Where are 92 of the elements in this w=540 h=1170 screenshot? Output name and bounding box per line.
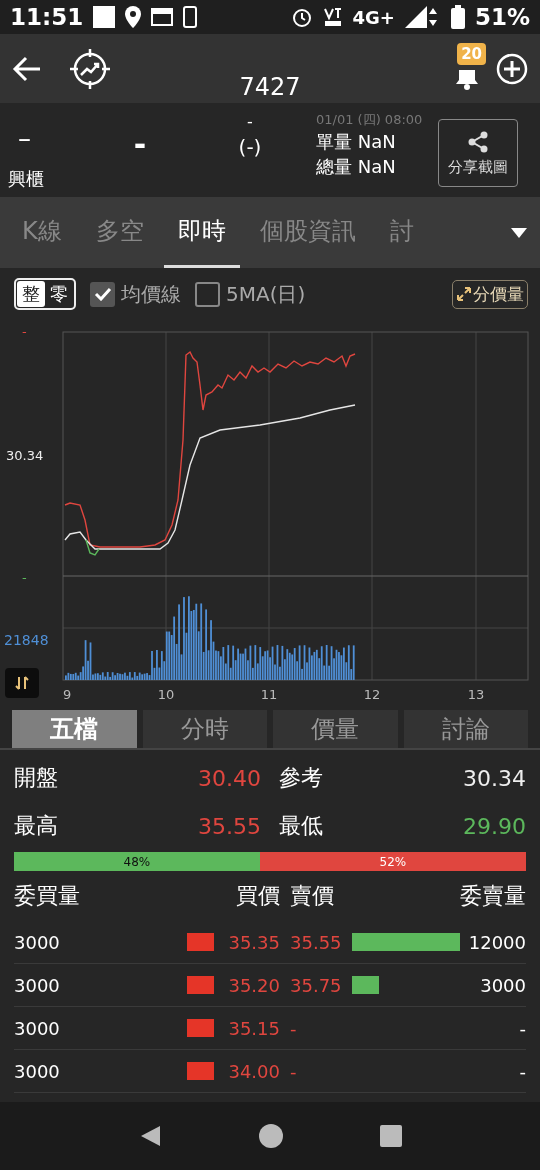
tab[interactable]: K線 bbox=[8, 197, 76, 268]
location-icon bbox=[125, 6, 142, 28]
axis-label: 12 bbox=[363, 687, 381, 702]
bid-price: 35.15 bbox=[227, 1017, 280, 1039]
quote-label: 最低 bbox=[279, 812, 323, 840]
column-header: 買價 bbox=[235, 882, 280, 910]
notification-badge: 20 bbox=[457, 43, 486, 65]
share-icon bbox=[466, 129, 490, 154]
quote-datetime: 01/01 (四) 08:00 bbox=[316, 111, 423, 129]
swap-button[interactable] bbox=[5, 668, 39, 698]
tab[interactable]: 個股資訊 bbox=[245, 197, 370, 268]
quote-label: 參考 bbox=[279, 764, 323, 792]
back-icon[interactable] bbox=[12, 55, 42, 82]
expand-icon bbox=[456, 286, 472, 302]
swap-arrows-icon bbox=[14, 675, 30, 691]
quote-label: 最高 bbox=[14, 812, 58, 840]
add-icon[interactable] bbox=[496, 52, 528, 85]
calendar-icon bbox=[151, 8, 174, 26]
ask-price: - bbox=[289, 1017, 298, 1039]
ask-volume: 12000 bbox=[467, 931, 526, 953]
tab[interactable]: 討論 bbox=[403, 710, 528, 748]
single-volume: 單量 NaN bbox=[316, 130, 396, 155]
battery-icon bbox=[450, 5, 465, 29]
axis-label: 30.34 bbox=[6, 448, 44, 463]
change-value: - bbox=[133, 126, 147, 162]
quote-value: 35.55 bbox=[198, 813, 261, 839]
ask-volume: - bbox=[518, 1017, 526, 1039]
bid-price: 34.00 bbox=[227, 1060, 280, 1082]
bid-volume: 3000 bbox=[14, 1060, 61, 1082]
bid-price: 35.35 bbox=[227, 931, 280, 953]
toggle-option[interactable]: 零 bbox=[45, 281, 73, 307]
column-header: 委買量 bbox=[14, 882, 81, 910]
ask-price: 35.75 bbox=[289, 974, 343, 996]
toggle-option[interactable]: 整 bbox=[17, 281, 45, 307]
bid-volume-bar bbox=[187, 976, 214, 994]
bid-volume-bar bbox=[187, 1019, 214, 1037]
ask-price: 35.55 bbox=[289, 931, 343, 953]
home-icon[interactable] bbox=[259, 1124, 283, 1148]
buy-ratio: 48% bbox=[14, 852, 260, 871]
bid-price: 35.20 bbox=[227, 974, 280, 996]
phone-icon bbox=[183, 6, 198, 28]
axis-label: 21848 bbox=[4, 632, 49, 648]
tab[interactable]: 多空 bbox=[81, 197, 158, 268]
bid-volume: 3000 bbox=[14, 931, 61, 953]
stock-symbol: 7427 bbox=[239, 73, 301, 101]
square-icon bbox=[93, 6, 116, 28]
quote-value: 30.40 bbox=[198, 765, 261, 791]
total-volume: 總量 NaN bbox=[316, 155, 396, 180]
checkbox[interactable] bbox=[195, 281, 220, 307]
column-header: 賣價 bbox=[289, 882, 335, 910]
quote-value: 29.90 bbox=[463, 813, 526, 839]
ask-volume: - bbox=[518, 1060, 526, 1082]
tab[interactable]: 五檔 bbox=[12, 710, 137, 748]
axis-label: 11 bbox=[260, 687, 278, 702]
network-type: 4G+ bbox=[352, 6, 395, 28]
quote-value: 30.34 bbox=[463, 765, 526, 791]
target-chart-icon[interactable] bbox=[70, 48, 110, 89]
checkbox[interactable] bbox=[90, 281, 115, 307]
bid-volume-bar bbox=[187, 1062, 214, 1080]
bid-volume: 3000 bbox=[14, 1017, 61, 1039]
expand-button[interactable]: 分價量 bbox=[452, 279, 528, 309]
market-label: 興櫃 bbox=[8, 166, 44, 191]
price-value: – bbox=[18, 123, 31, 153]
change-percent: (-) bbox=[238, 134, 262, 162]
bid-volume: 3000 bbox=[14, 974, 61, 996]
alarm-icon bbox=[290, 6, 313, 28]
column-header: 委賣量 bbox=[459, 882, 526, 910]
axis-label: 10 bbox=[157, 687, 175, 702]
change-value: - bbox=[247, 111, 253, 133]
share-button[interactable]: 分享截圖 bbox=[438, 119, 518, 187]
tab[interactable]: 價量 bbox=[273, 710, 398, 748]
tab[interactable]: 即時 bbox=[163, 197, 240, 268]
checkbox-label: 5MA(日) bbox=[226, 280, 306, 308]
recents-icon[interactable] bbox=[379, 1125, 402, 1147]
quote-label: 開盤 bbox=[14, 764, 58, 792]
volte-icon bbox=[322, 6, 343, 28]
tab[interactable]: 討 bbox=[375, 197, 428, 268]
ask-price: - bbox=[289, 1060, 298, 1082]
axis-label: 13 bbox=[467, 687, 485, 702]
axis-label: - bbox=[22, 324, 27, 339]
sell-ratio: 52% bbox=[378, 853, 408, 871]
bid-volume-bar bbox=[187, 933, 214, 951]
axis-label: 9 bbox=[63, 687, 72, 702]
tab[interactable]: 分時 bbox=[142, 710, 267, 748]
ask-volume-bar bbox=[352, 976, 379, 994]
check-icon bbox=[93, 287, 112, 301]
checkbox-label: 均價線 bbox=[121, 280, 181, 308]
battery-level: 51% bbox=[474, 4, 530, 30]
caret-icon bbox=[511, 227, 527, 238]
axis-label: - bbox=[22, 570, 27, 585]
status-time: 11:51 bbox=[10, 4, 84, 30]
ask-volume: 3000 bbox=[479, 974, 526, 996]
